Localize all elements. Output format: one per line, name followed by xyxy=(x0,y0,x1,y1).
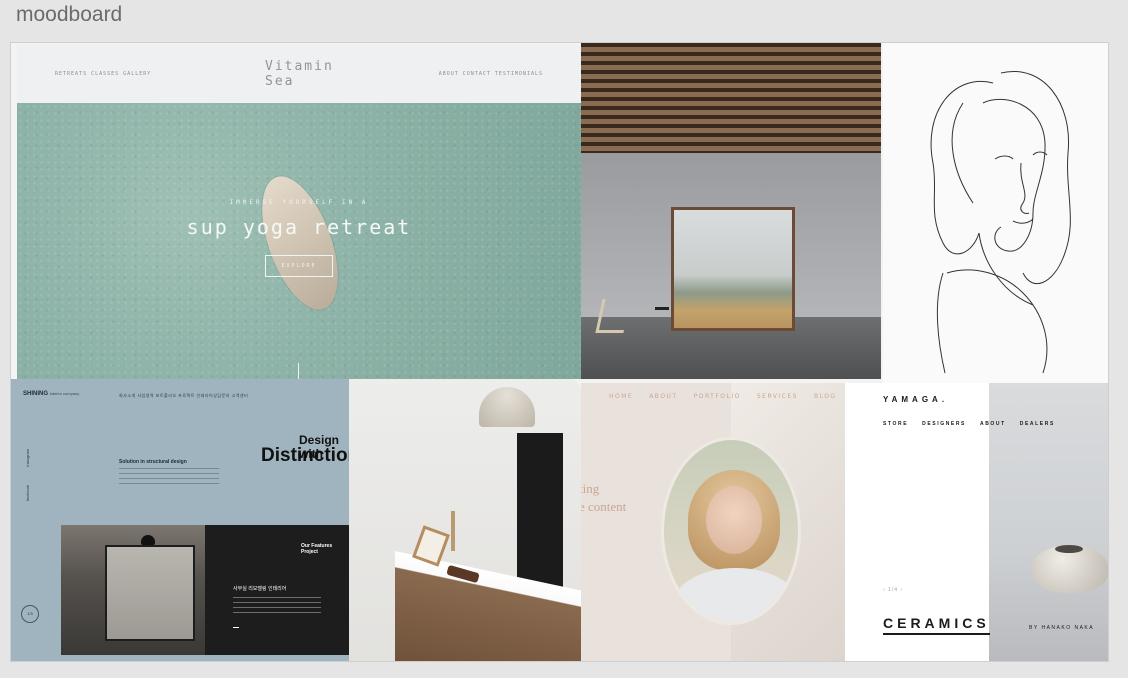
hero-kicker: IMMERSE YOURSELF IN A xyxy=(229,199,369,206)
logo-line-1: Vitamin xyxy=(265,59,334,74)
shining-menu: 회사소개 사업영역 포트폴리오 프로젝트 인테리어상담문의 고객센터 xyxy=(119,393,249,398)
bowl-opening xyxy=(1055,545,1083,553)
section-subtitle: Solution in structural design xyxy=(119,459,187,465)
glass-partition xyxy=(105,545,195,641)
feature-dash xyxy=(233,627,239,628)
page-indicator: 1/3 xyxy=(21,605,39,623)
yamaga-menu: STORE DESIGNERS ABOUT DEALERS xyxy=(883,421,1055,427)
nav-right-links: ABOUT CONTACT TESTIMONIALS xyxy=(438,71,543,77)
feature-copy-lines xyxy=(233,597,321,613)
site-nav: RETREATS CLASSES GALLERY Vitamin Sea ABO… xyxy=(17,45,581,103)
brand-subtitle: interior company xyxy=(49,391,80,396)
menu-store: STORE xyxy=(883,421,909,427)
tile-yamaga-ceramics[interactable]: YAMAGA. STORE DESIGNERS ABOUT DEALERS ‹ … xyxy=(845,383,1108,661)
menu-services: SERVICES xyxy=(756,392,798,400)
yamaga-logo: YAMAGA. xyxy=(883,395,949,404)
social-instagram: instagram xyxy=(25,449,30,467)
feature-title: Our Features Project xyxy=(301,543,333,555)
tile-portrait[interactable]: HOME ABOUT PORTFOLIO SERVICES BLOG ting … xyxy=(581,383,845,661)
script-text-1: ting xyxy=(581,481,600,496)
board-title: moodboard xyxy=(16,3,123,26)
brand-logo: SHINING interior company xyxy=(23,391,79,397)
hero-headline: sup yoga retreat xyxy=(186,215,412,239)
portrait-face xyxy=(706,486,762,554)
portrait-oval-frame xyxy=(661,437,801,625)
menu-dealers: DEALERS xyxy=(1019,421,1055,427)
ceramics-title: CERAMICS xyxy=(883,615,990,635)
picture-window xyxy=(671,207,795,331)
moodboard-canvas: RETREATS CLASSES GALLERY Vitamin Sea ABO… xyxy=(10,42,1109,662)
script-text-2: e content xyxy=(581,499,627,514)
tile-interior-room[interactable] xyxy=(581,43,881,379)
logo-line-2: Sea xyxy=(265,74,295,89)
side-table xyxy=(655,307,669,333)
social-facebook: facebook xyxy=(25,485,30,502)
tile-shining-interior[interactable]: SHINING interior company 회사소개 사업영역 포트폴리오… xyxy=(11,379,581,661)
dark-doorway xyxy=(517,433,563,587)
menu-about: ABOUT xyxy=(649,392,678,400)
portrait-menu: HOME ABOUT PORTFOLIO SERVICES BLOG xyxy=(581,383,845,409)
tile-vitamin-sea[interactable]: RETREATS CLASSES GALLERY Vitamin Sea ABO… xyxy=(17,45,581,379)
site-logo: Vitamin Sea xyxy=(265,59,334,89)
ceramics-byline: BY HANAKO NAKA xyxy=(1029,625,1095,631)
blue-panel: SHINING interior company 회사소개 사업영역 포트폴리오… xyxy=(11,379,359,661)
section-copy-lines xyxy=(119,468,219,488)
menu-blog: BLOG xyxy=(813,392,837,400)
pendant-lamp-small xyxy=(141,535,155,545)
menu-about: ABOUT xyxy=(980,421,1006,427)
headline-distinction: Distinction xyxy=(261,445,360,466)
menu-home: HOME xyxy=(609,392,634,400)
menu-portfolio: PORTFOLIO xyxy=(693,392,741,400)
scroll-indicator xyxy=(298,363,299,379)
feature-korean-title: 사무실 리모델링 인테리어 xyxy=(233,586,287,592)
tile-line-art[interactable] xyxy=(883,43,1108,383)
slide-pager: ‹ 1/4 › xyxy=(883,587,904,593)
feature-panel: Our Features Project 사무실 리모델링 인테리어 xyxy=(205,525,349,655)
line-art-face-drawing xyxy=(930,71,1071,374)
portrait-shoulders xyxy=(674,568,798,622)
nav-left-links: RETREATS CLASSES GALLERY xyxy=(55,71,152,77)
menu-designers: DESIGNERS xyxy=(922,421,966,427)
dried-plant xyxy=(451,511,455,551)
office-photo xyxy=(61,525,205,655)
wood-slat-ceiling xyxy=(581,43,881,153)
explore-button: EXPLORE xyxy=(265,255,333,277)
brand-name: SHINING xyxy=(23,391,49,397)
hero-image: IMMERSE YOURSELF IN A sup yoga retreat E… xyxy=(17,103,581,379)
